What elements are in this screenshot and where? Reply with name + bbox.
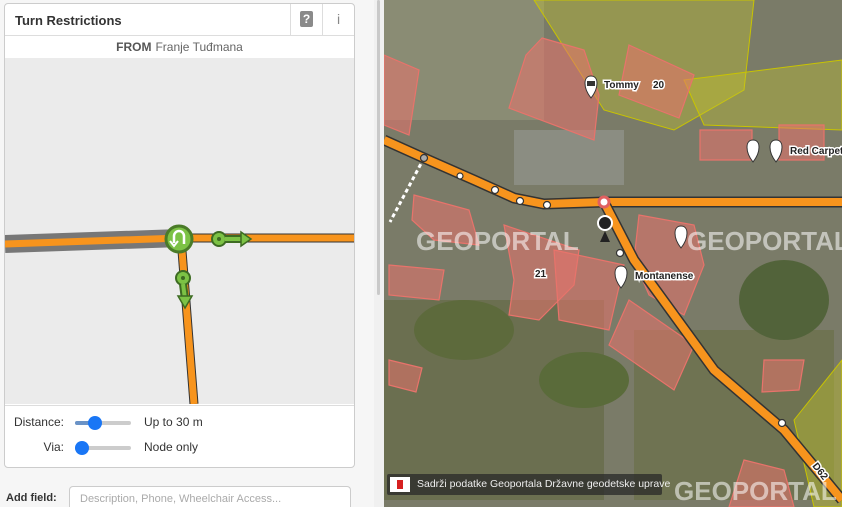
turn-restriction-editor[interactable] [5, 58, 354, 405]
info-button[interactable]: i [322, 4, 354, 35]
from-label: FROM [116, 40, 152, 54]
intersection-diagram [5, 224, 354, 405]
add-field-row: Add field: Description, Phone, Wheelchai… [0, 486, 374, 507]
via-label: Via: [43, 440, 64, 454]
poi-label: Montanense [635, 271, 694, 282]
watermark: GEOPORTAL [416, 226, 579, 256]
turn-restrictions-panel: Turn Restrictions ? i FROM Franje Tuđmana [4, 3, 355, 468]
u-turn-allowed-icon[interactable] [164, 224, 194, 254]
from-row: FROM Franje Tuđmana [5, 36, 354, 59]
map-canvas: GEOPORTAL GEOPORTAL GEOPORTAL Tommy 20 R… [384, 0, 842, 507]
tree-cluster [414, 300, 514, 360]
panel-title: Turn Restrictions [15, 13, 122, 28]
vertex[interactable] [615, 248, 625, 258]
via-row: Via: Node only [5, 437, 354, 457]
tree-cluster [739, 260, 829, 340]
from-value: Franje Tuđmana [155, 40, 243, 54]
vertex[interactable] [542, 200, 552, 210]
help-book-icon: ? [300, 11, 313, 27]
parking-area [514, 130, 624, 185]
help-button[interactable]: ? [290, 4, 322, 35]
building[interactable] [699, 129, 753, 161]
resizer-handle[interactable] [377, 0, 380, 295]
distance-slider[interactable] [75, 416, 131, 430]
building[interactable] [761, 359, 805, 393]
vertex[interactable] [419, 153, 429, 163]
basket-glyph [587, 81, 595, 86]
map-view[interactable]: GEOPORTAL GEOPORTAL GEOPORTAL Tommy 20 R… [384, 0, 842, 507]
selected-vertex[interactable] [597, 195, 611, 209]
vertex[interactable] [515, 196, 525, 206]
tree-cluster [539, 352, 629, 408]
distance-row: Distance: Up to 30 m [5, 412, 354, 432]
add-field-input[interactable]: Description, Phone, Wheelchair Access... [69, 486, 351, 507]
intersection-node[interactable] [597, 215, 613, 231]
south-way[interactable] [177, 237, 198, 405]
building-number: 21 [535, 269, 547, 280]
vertex[interactable] [456, 172, 464, 180]
info-icon: i [336, 11, 341, 27]
vertex[interactable] [490, 185, 500, 195]
attribution-text: Sadrži podatke Geoportala Državne geodet… [417, 478, 671, 490]
watermark: GEOPORTAL [687, 226, 842, 256]
via-slider[interactable] [75, 441, 131, 455]
via-value: Node only [144, 440, 199, 454]
building[interactable] [388, 264, 445, 301]
distance-label: Distance: [13, 415, 64, 429]
add-field-label: Add field: [6, 492, 57, 504]
building-number: 20 [653, 80, 665, 91]
watermark: GEOPORTAL [674, 476, 837, 506]
sidebar-resizer[interactable] [374, 0, 384, 507]
distance-value: Up to 30 m [144, 415, 203, 429]
map-attribution[interactable]: Sadrži podatke Geoportala Državne geodet… [387, 474, 670, 495]
vertex[interactable] [777, 418, 787, 428]
panel-header: Turn Restrictions ? i [5, 4, 354, 36]
poi-label: Tommy [604, 80, 639, 91]
poi-label: Red Carpet [790, 146, 842, 157]
via-slider-thumb[interactable] [75, 441, 89, 455]
distance-slider-thumb[interactable] [88, 416, 102, 430]
restriction-controls: Distance: Up to 30 m Via: Node only [5, 405, 354, 467]
dgu-logo-icon [390, 477, 410, 492]
sidebar: Turn Restrictions ? i FROM Franje Tuđmana [0, 0, 374, 507]
